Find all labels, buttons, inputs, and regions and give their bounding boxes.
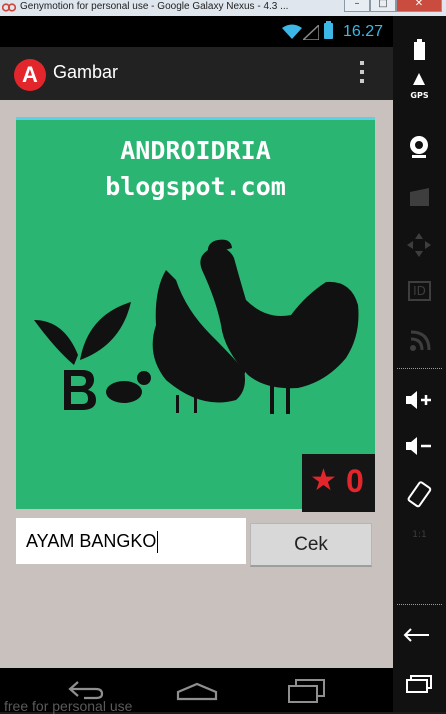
window-title: Genymotion for personal use - Google Gal… (20, 1, 289, 12)
scale-button[interactable]: 1:1 (393, 530, 446, 540)
video-capture-icon[interactable] (393, 186, 446, 208)
answer-text: AYAM BANGKO (26, 531, 157, 551)
rotate-screen-icon[interactable] (393, 480, 446, 508)
puzzle-picture: ANDROIDRIA blogspot.com ★ 0 (16, 117, 375, 512)
volume-up-icon[interactable] (393, 388, 446, 412)
check-button[interactable]: Cek (250, 523, 372, 567)
home-icon[interactable] (176, 678, 218, 702)
star-count: 0 (346, 463, 364, 499)
status-bar: 16.27 (0, 16, 393, 47)
webcam-icon[interactable] (393, 134, 446, 160)
scale-icon: 1:1 (412, 530, 427, 540)
signal-icon (303, 25, 319, 40)
action-bar: A Gambar (0, 47, 393, 100)
maximize-icon: □ (378, 0, 388, 9)
rooster-illustration (34, 239, 359, 414)
app-title: Gambar (53, 62, 119, 82)
back-tool-icon[interactable] (393, 624, 446, 646)
gps-tool-button[interactable]: GPS (393, 72, 446, 100)
main-content: ANDROIDRIA blogspot.com ★ 0 AYAM BANGKO … (0, 100, 393, 668)
rss-icon[interactable] (393, 328, 446, 352)
maximize-button[interactable]: □ (370, 0, 396, 12)
star-icon: ★ (310, 463, 337, 498)
app-logo-icon: A (14, 59, 46, 91)
dpad-icon[interactable] (393, 232, 446, 258)
gps-label: GPS (410, 91, 429, 100)
gps-icon (413, 73, 425, 85)
battery-tool-icon[interactable] (393, 38, 446, 62)
star-score-badge: ★ 0 (302, 454, 375, 512)
close-icon: ✕ (414, 0, 424, 9)
genymotion-icon (2, 3, 16, 12)
battery-icon (324, 21, 333, 39)
id-icon: ID (408, 281, 431, 301)
recent-tool-icon[interactable] (393, 672, 446, 694)
wifi-icon (282, 24, 302, 39)
overflow-menu-button[interactable] (356, 61, 368, 87)
volume-down-icon[interactable] (393, 434, 446, 458)
answer-input[interactable]: AYAM BANGKO (16, 518, 246, 564)
minimize-button[interactable]: – (344, 0, 370, 12)
close-window-button[interactable]: ✕ (396, 0, 442, 12)
minimize-icon: – (354, 0, 360, 9)
device-id-button[interactable]: ID (393, 280, 446, 301)
recent-apps-icon[interactable] (286, 678, 328, 704)
emulator-toolbar: GPS ID 1:1 (393, 16, 446, 712)
device-screen: 16.27 A Gambar ANDROIDRIA blogspot.com ★… (0, 16, 393, 714)
status-clock: 16.27 (343, 23, 384, 40)
window-title-bar: Genymotion for personal use - Google Gal… (0, 0, 446, 17)
text-cursor (157, 531, 159, 554)
